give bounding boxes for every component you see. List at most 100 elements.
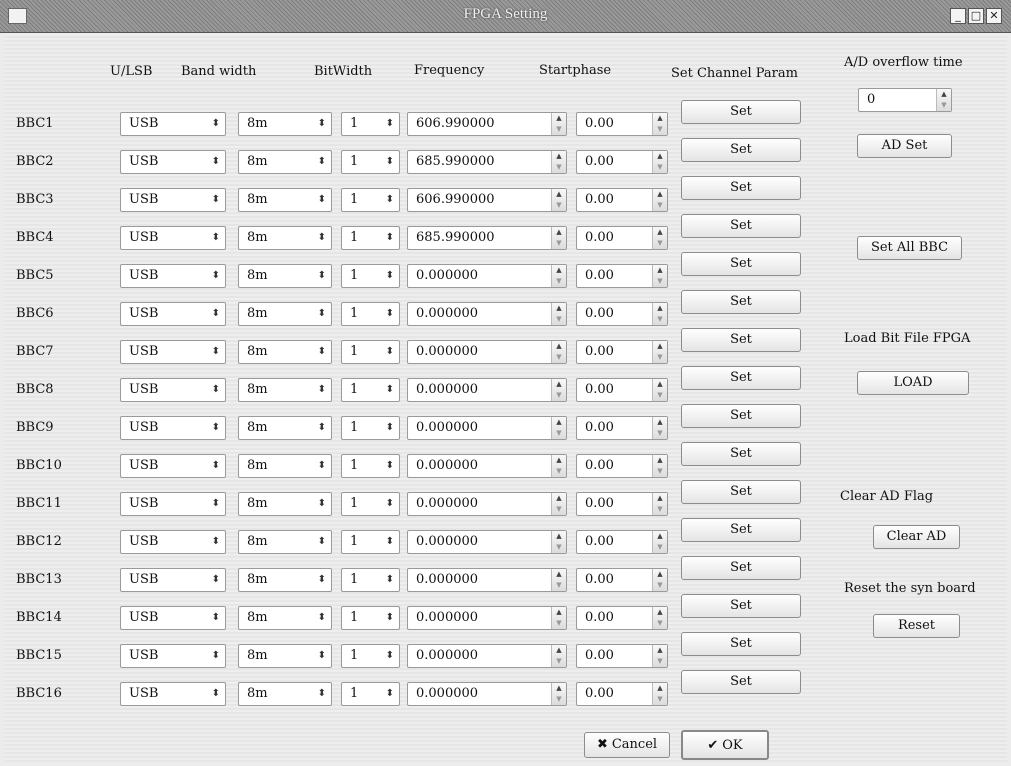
bitwidth-select[interactable]: 1 ⬍ bbox=[341, 606, 400, 630]
startphase-spinbox[interactable]: 0.00 ▲ ▼ bbox=[576, 568, 668, 592]
spin-arrows-icon[interactable]: ▲ ▼ bbox=[652, 683, 667, 705]
ulsb-select[interactable]: USB ⬍ bbox=[120, 188, 226, 212]
spin-arrows-icon[interactable]: ▲ ▼ bbox=[652, 227, 667, 249]
spin-arrows-icon[interactable]: ▲ ▼ bbox=[652, 569, 667, 591]
frequency-spinbox[interactable]: 0.000000 ▲ ▼ bbox=[407, 302, 567, 326]
frequency-spinbox[interactable]: 0.000000 ▲ ▼ bbox=[407, 378, 567, 402]
set-channel-button[interactable]: Set bbox=[681, 290, 801, 314]
minimize-icon[interactable]: _ bbox=[950, 8, 966, 24]
set-all-bbc-button[interactable]: Set All BBC bbox=[857, 236, 962, 260]
load-button[interactable]: LOAD bbox=[857, 371, 969, 395]
bandwidth-select[interactable]: 8m ⬍ bbox=[238, 378, 332, 402]
bitwidth-select[interactable]: 1 ⬍ bbox=[341, 492, 400, 516]
frequency-spinbox[interactable]: 0.000000 ▲ ▼ bbox=[407, 340, 567, 364]
set-channel-button[interactable]: Set bbox=[681, 594, 801, 618]
startphase-spinbox[interactable]: 0.00 ▲ ▼ bbox=[576, 340, 668, 364]
ulsb-select[interactable]: USB ⬍ bbox=[120, 340, 226, 364]
spin-arrows-icon[interactable]: ▲ ▼ bbox=[551, 493, 566, 515]
spin-arrows-icon[interactable]: ▲ ▼ bbox=[551, 645, 566, 667]
bandwidth-select[interactable]: 8m ⬍ bbox=[238, 112, 332, 136]
ulsb-select[interactable]: USB ⬍ bbox=[120, 416, 226, 440]
set-channel-button[interactable]: Set bbox=[681, 556, 801, 580]
spin-arrows-icon[interactable]: ▲ ▼ bbox=[551, 417, 566, 439]
spin-arrows-icon[interactable]: ▲ ▼ bbox=[551, 531, 566, 553]
spin-arrows-icon[interactable]: ▲ ▼ bbox=[551, 455, 566, 477]
startphase-spinbox[interactable]: 0.00 ▲ ▼ bbox=[576, 150, 668, 174]
ad-set-button[interactable]: AD Set bbox=[857, 134, 952, 158]
spin-arrows-icon[interactable]: ▲ ▼ bbox=[551, 227, 566, 249]
frequency-spinbox[interactable]: 0.000000 ▲ ▼ bbox=[407, 492, 567, 516]
set-channel-button[interactable]: Set bbox=[681, 480, 801, 504]
cancel-button[interactable]: ✖ Cancel bbox=[584, 732, 670, 758]
spin-arrows-icon[interactable]: ▲ ▼ bbox=[652, 113, 667, 135]
ulsb-select[interactable]: USB ⬍ bbox=[120, 682, 226, 706]
spin-arrows-icon[interactable]: ▲ ▼ bbox=[652, 303, 667, 325]
ok-button[interactable]: ✔ OK bbox=[681, 730, 769, 760]
frequency-spinbox[interactable]: 0.000000 ▲ ▼ bbox=[407, 454, 567, 478]
bandwidth-select[interactable]: 8m ⬍ bbox=[238, 188, 332, 212]
set-channel-button[interactable]: Set bbox=[681, 100, 801, 124]
set-channel-button[interactable]: Set bbox=[681, 670, 801, 694]
bandwidth-select[interactable]: 8m ⬍ bbox=[238, 416, 332, 440]
spin-arrows-icon[interactable]: ▲ ▼ bbox=[652, 455, 667, 477]
bandwidth-select[interactable]: 8m ⬍ bbox=[238, 226, 332, 250]
startphase-spinbox[interactable]: 0.00 ▲ ▼ bbox=[576, 378, 668, 402]
startphase-spinbox[interactable]: 0.00 ▲ ▼ bbox=[576, 644, 668, 668]
startphase-spinbox[interactable]: 0.00 ▲ ▼ bbox=[576, 682, 668, 706]
clear-ad-button[interactable]: Clear AD bbox=[873, 525, 960, 549]
ulsb-select[interactable]: USB ⬍ bbox=[120, 530, 226, 554]
frequency-spinbox[interactable]: 0.000000 ▲ ▼ bbox=[407, 416, 567, 440]
bitwidth-select[interactable]: 1 ⬍ bbox=[341, 264, 400, 288]
spin-arrows-icon[interactable]: ▲ ▼ bbox=[551, 189, 566, 211]
startphase-spinbox[interactable]: 0.00 ▲ ▼ bbox=[576, 492, 668, 516]
bitwidth-select[interactable]: 1 ⬍ bbox=[341, 530, 400, 554]
frequency-spinbox[interactable]: 606.990000 ▲ ▼ bbox=[407, 112, 567, 136]
spin-arrows-icon[interactable]: ▲ ▼ bbox=[652, 379, 667, 401]
bandwidth-select[interactable]: 8m ⬍ bbox=[238, 682, 332, 706]
bitwidth-select[interactable]: 1 ⬍ bbox=[341, 378, 400, 402]
startphase-spinbox[interactable]: 0.00 ▲ ▼ bbox=[576, 302, 668, 326]
spin-arrows-icon[interactable]: ▲ ▼ bbox=[551, 341, 566, 363]
spin-arrows-icon[interactable]: ▲ ▼ bbox=[936, 89, 951, 111]
ulsb-select[interactable]: USB ⬍ bbox=[120, 264, 226, 288]
bitwidth-select[interactable]: 1 ⬍ bbox=[341, 416, 400, 440]
frequency-spinbox[interactable]: 685.990000 ▲ ▼ bbox=[407, 226, 567, 250]
startphase-spinbox[interactable]: 0.00 ▲ ▼ bbox=[576, 264, 668, 288]
spin-arrows-icon[interactable]: ▲ ▼ bbox=[652, 493, 667, 515]
bandwidth-select[interactable]: 8m ⬍ bbox=[238, 264, 332, 288]
bandwidth-select[interactable]: 8m ⬍ bbox=[238, 492, 332, 516]
set-channel-button[interactable]: Set bbox=[681, 442, 801, 466]
spin-arrows-icon[interactable]: ▲ ▼ bbox=[652, 417, 667, 439]
frequency-spinbox[interactable]: 606.990000 ▲ ▼ bbox=[407, 188, 567, 212]
startphase-spinbox[interactable]: 0.00 ▲ ▼ bbox=[576, 226, 668, 250]
set-channel-button[interactable]: Set bbox=[681, 176, 801, 200]
ulsb-select[interactable]: USB ⬍ bbox=[120, 378, 226, 402]
set-channel-button[interactable]: Set bbox=[681, 138, 801, 162]
startphase-spinbox[interactable]: 0.00 ▲ ▼ bbox=[576, 188, 668, 212]
spin-arrows-icon[interactable]: ▲ ▼ bbox=[551, 569, 566, 591]
bandwidth-select[interactable]: 8m ⬍ bbox=[238, 568, 332, 592]
startphase-spinbox[interactable]: 0.00 ▲ ▼ bbox=[576, 606, 668, 630]
frequency-spinbox[interactable]: 685.990000 ▲ ▼ bbox=[407, 150, 567, 174]
ulsb-select[interactable]: USB ⬍ bbox=[120, 112, 226, 136]
bitwidth-select[interactable]: 1 ⬍ bbox=[341, 188, 400, 212]
set-channel-button[interactable]: Set bbox=[681, 404, 801, 428]
bitwidth-select[interactable]: 1 ⬍ bbox=[341, 454, 400, 478]
spin-arrows-icon[interactable]: ▲ ▼ bbox=[652, 189, 667, 211]
set-channel-button[interactable]: Set bbox=[681, 632, 801, 656]
set-channel-button[interactable]: Set bbox=[681, 366, 801, 390]
spin-arrows-icon[interactable]: ▲ ▼ bbox=[652, 341, 667, 363]
spin-arrows-icon[interactable]: ▲ ▼ bbox=[652, 151, 667, 173]
bitwidth-select[interactable]: 1 ⬍ bbox=[341, 112, 400, 136]
spin-arrows-icon[interactable]: ▲ ▼ bbox=[652, 645, 667, 667]
frequency-spinbox[interactable]: 0.000000 ▲ ▼ bbox=[407, 606, 567, 630]
spin-arrows-icon[interactable]: ▲ ▼ bbox=[551, 303, 566, 325]
startphase-spinbox[interactable]: 0.00 ▲ ▼ bbox=[576, 416, 668, 440]
spin-arrows-icon[interactable]: ▲ ▼ bbox=[551, 113, 566, 135]
ulsb-select[interactable]: USB ⬍ bbox=[120, 568, 226, 592]
bitwidth-select[interactable]: 1 ⬍ bbox=[341, 682, 400, 706]
spin-arrows-icon[interactable]: ▲ ▼ bbox=[551, 265, 566, 287]
bandwidth-select[interactable]: 8m ⬍ bbox=[238, 530, 332, 554]
ad-overflow-spinbox[interactable]: 0 ▲ ▼ bbox=[858, 88, 952, 112]
ulsb-select[interactable]: USB ⬍ bbox=[120, 226, 226, 250]
